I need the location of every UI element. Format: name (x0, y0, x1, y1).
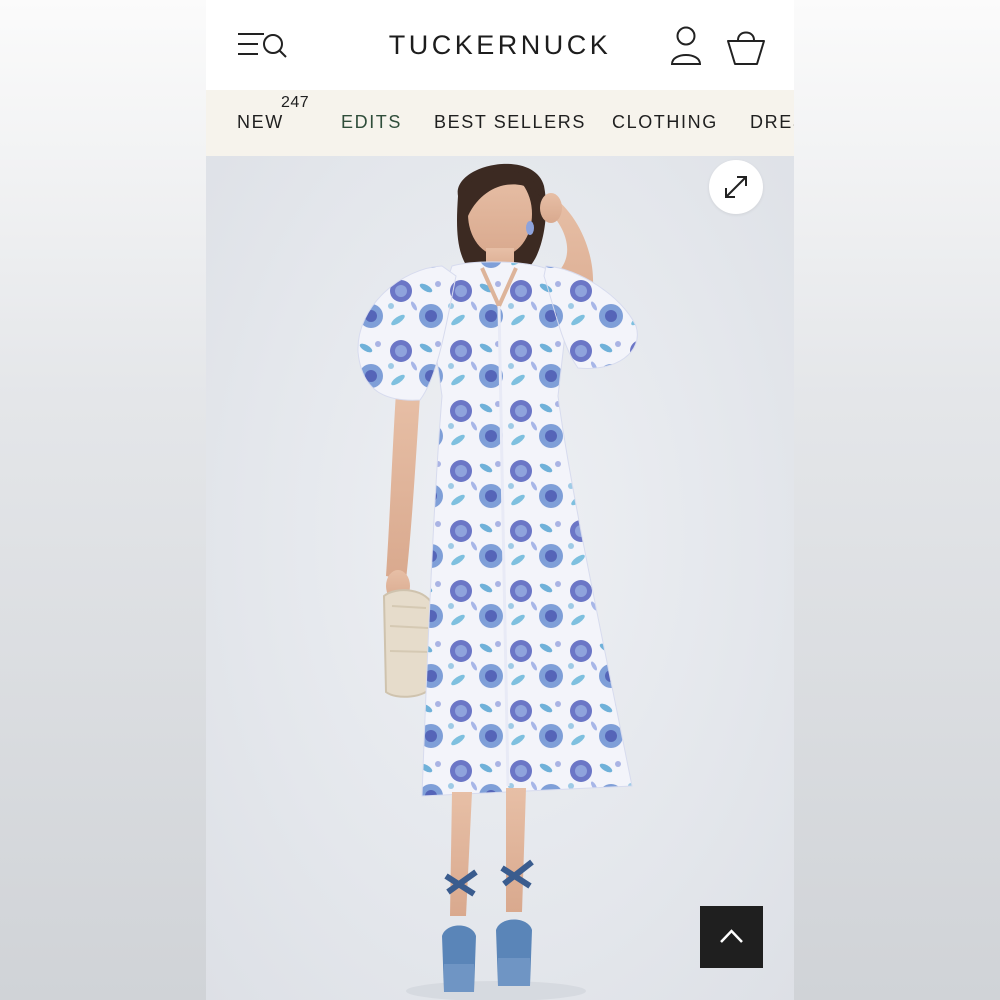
nav-label-best-sellers: BEST SELLERS (434, 112, 586, 132)
chevron-up-icon (720, 929, 743, 943)
right-backdrop (794, 0, 1000, 1000)
nav-item-best-sellers[interactable]: BEST SELLERS (434, 112, 586, 133)
model-figure (357, 163, 638, 1000)
site-header: TUCKERNUCK (206, 0, 794, 90)
nav-label-edits: EDITS (341, 112, 403, 132)
nav-label-clothing: CLOTHING (612, 112, 718, 132)
scroll-to-top-button[interactable] (700, 906, 763, 968)
category-nav: NEW 247 EDITS BEST SELLERS CLOTHING DRES… (206, 90, 794, 157)
nav-item-edits[interactable]: EDITS (341, 112, 402, 133)
mobile-page: TUCKERNUCK NEW 247 EDITS BEST SELLERS CL… (206, 0, 794, 1000)
user-icon[interactable] (666, 24, 706, 68)
nav-label-dresses: DRESSES (750, 112, 794, 132)
nav-label-new: NEW (237, 112, 284, 132)
expand-image-button[interactable] (709, 160, 763, 214)
nav-item-clothing[interactable]: CLOTHING (612, 112, 718, 133)
shopping-bag-icon[interactable] (724, 24, 768, 68)
nav-item-dresses[interactable]: DRESSES (750, 112, 794, 133)
nav-item-new[interactable]: NEW 247 (237, 94, 309, 133)
left-backdrop (0, 0, 206, 1000)
new-count-badge: 247 (281, 94, 310, 111)
product-image[interactable] (206, 156, 794, 1000)
expand-arrows-icon (725, 176, 747, 198)
